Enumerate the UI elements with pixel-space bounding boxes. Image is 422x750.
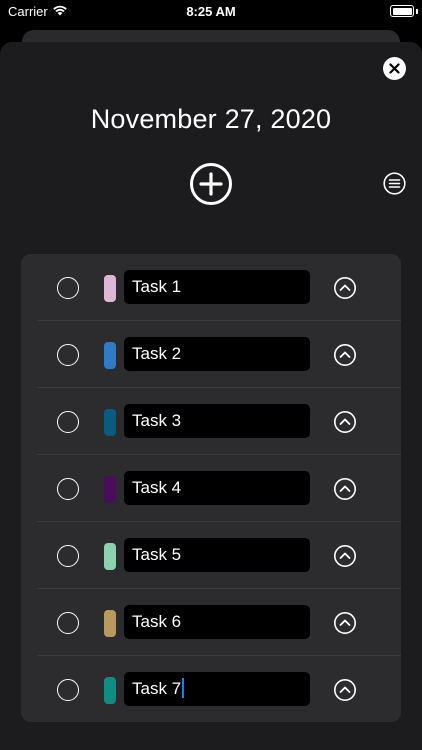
task-name-field[interactable]: Task 4 (124, 471, 310, 505)
task-color-swatch[interactable] (104, 409, 116, 436)
task-color-swatch[interactable] (104, 342, 116, 369)
battery-icon (390, 5, 414, 17)
text-caret (182, 678, 185, 699)
task-color-swatch[interactable] (104, 543, 116, 570)
clock-time: 8:25 AM (186, 4, 236, 19)
task-color-swatch[interactable] (104, 275, 116, 302)
task-row: Task 1 (21, 254, 401, 321)
move-task-up-button[interactable] (334, 679, 356, 701)
task-color-swatch[interactable] (104, 476, 116, 503)
close-icon (389, 63, 400, 74)
task-name-field[interactable]: Task 1 (124, 270, 310, 304)
task-name-text: Task 3 (132, 411, 182, 430)
task-name-field[interactable]: Task 6 (124, 605, 310, 639)
task-name-field[interactable]: Task 2 (124, 337, 310, 371)
task-checkbox[interactable] (57, 679, 79, 701)
task-row: Task 5 (21, 522, 401, 589)
task-color-swatch[interactable] (104, 677, 116, 704)
task-name-text: Task 4 (132, 478, 182, 497)
move-task-up-button[interactable] (334, 344, 356, 366)
move-task-up-button[interactable] (334, 411, 356, 433)
task-row: Task 6 (21, 589, 401, 656)
task-row: Task 3 (21, 388, 401, 455)
move-task-up-button[interactable] (334, 545, 356, 567)
move-task-up-button[interactable] (334, 612, 356, 634)
chevron-up-circle-icon (334, 277, 356, 299)
list-menu-button[interactable] (383, 172, 406, 195)
add-task-button[interactable] (190, 163, 232, 205)
status-bar: Carrier 8:25 AM (0, 0, 422, 24)
task-row: Task 2 (21, 321, 401, 388)
chevron-up-circle-icon (334, 478, 356, 500)
task-checkbox[interactable] (57, 277, 79, 299)
task-name-text: Task 2 (132, 344, 182, 363)
task-row: Task 4 (21, 455, 401, 522)
task-name-text: Task 7 (132, 679, 182, 698)
chevron-up-circle-icon (334, 344, 356, 366)
chevron-up-circle-icon (334, 411, 356, 433)
task-row: Task 7 (21, 656, 401, 722)
close-button[interactable] (383, 57, 406, 80)
task-color-swatch[interactable] (104, 610, 116, 637)
task-name-field[interactable]: Task 3 (124, 404, 310, 438)
move-task-up-button[interactable] (334, 478, 356, 500)
task-checkbox[interactable] (57, 411, 79, 433)
task-checkbox[interactable] (57, 545, 79, 567)
move-task-up-button[interactable] (334, 277, 356, 299)
task-name-field[interactable]: Task 5 (124, 538, 310, 572)
date-title: November 27, 2020 (90, 104, 332, 134)
battery-cap (416, 9, 418, 14)
plus-circle-icon (190, 163, 232, 205)
task-list: Task 1 Task 2 Task 3 Task 4 Task 5 Task … (21, 254, 401, 722)
chevron-up-circle-icon (334, 612, 356, 634)
list-icon (383, 172, 406, 195)
task-name-text: Task 6 (132, 612, 182, 631)
task-checkbox[interactable] (57, 478, 79, 500)
task-name-field[interactable]: Task 7 (124, 672, 310, 706)
task-checkbox[interactable] (57, 612, 79, 634)
chevron-up-circle-icon (334, 679, 356, 701)
task-checkbox[interactable] (57, 344, 79, 366)
chevron-up-circle-icon (334, 545, 356, 567)
task-name-text: Task 5 (132, 545, 182, 564)
task-name-text: Task 1 (132, 277, 182, 296)
